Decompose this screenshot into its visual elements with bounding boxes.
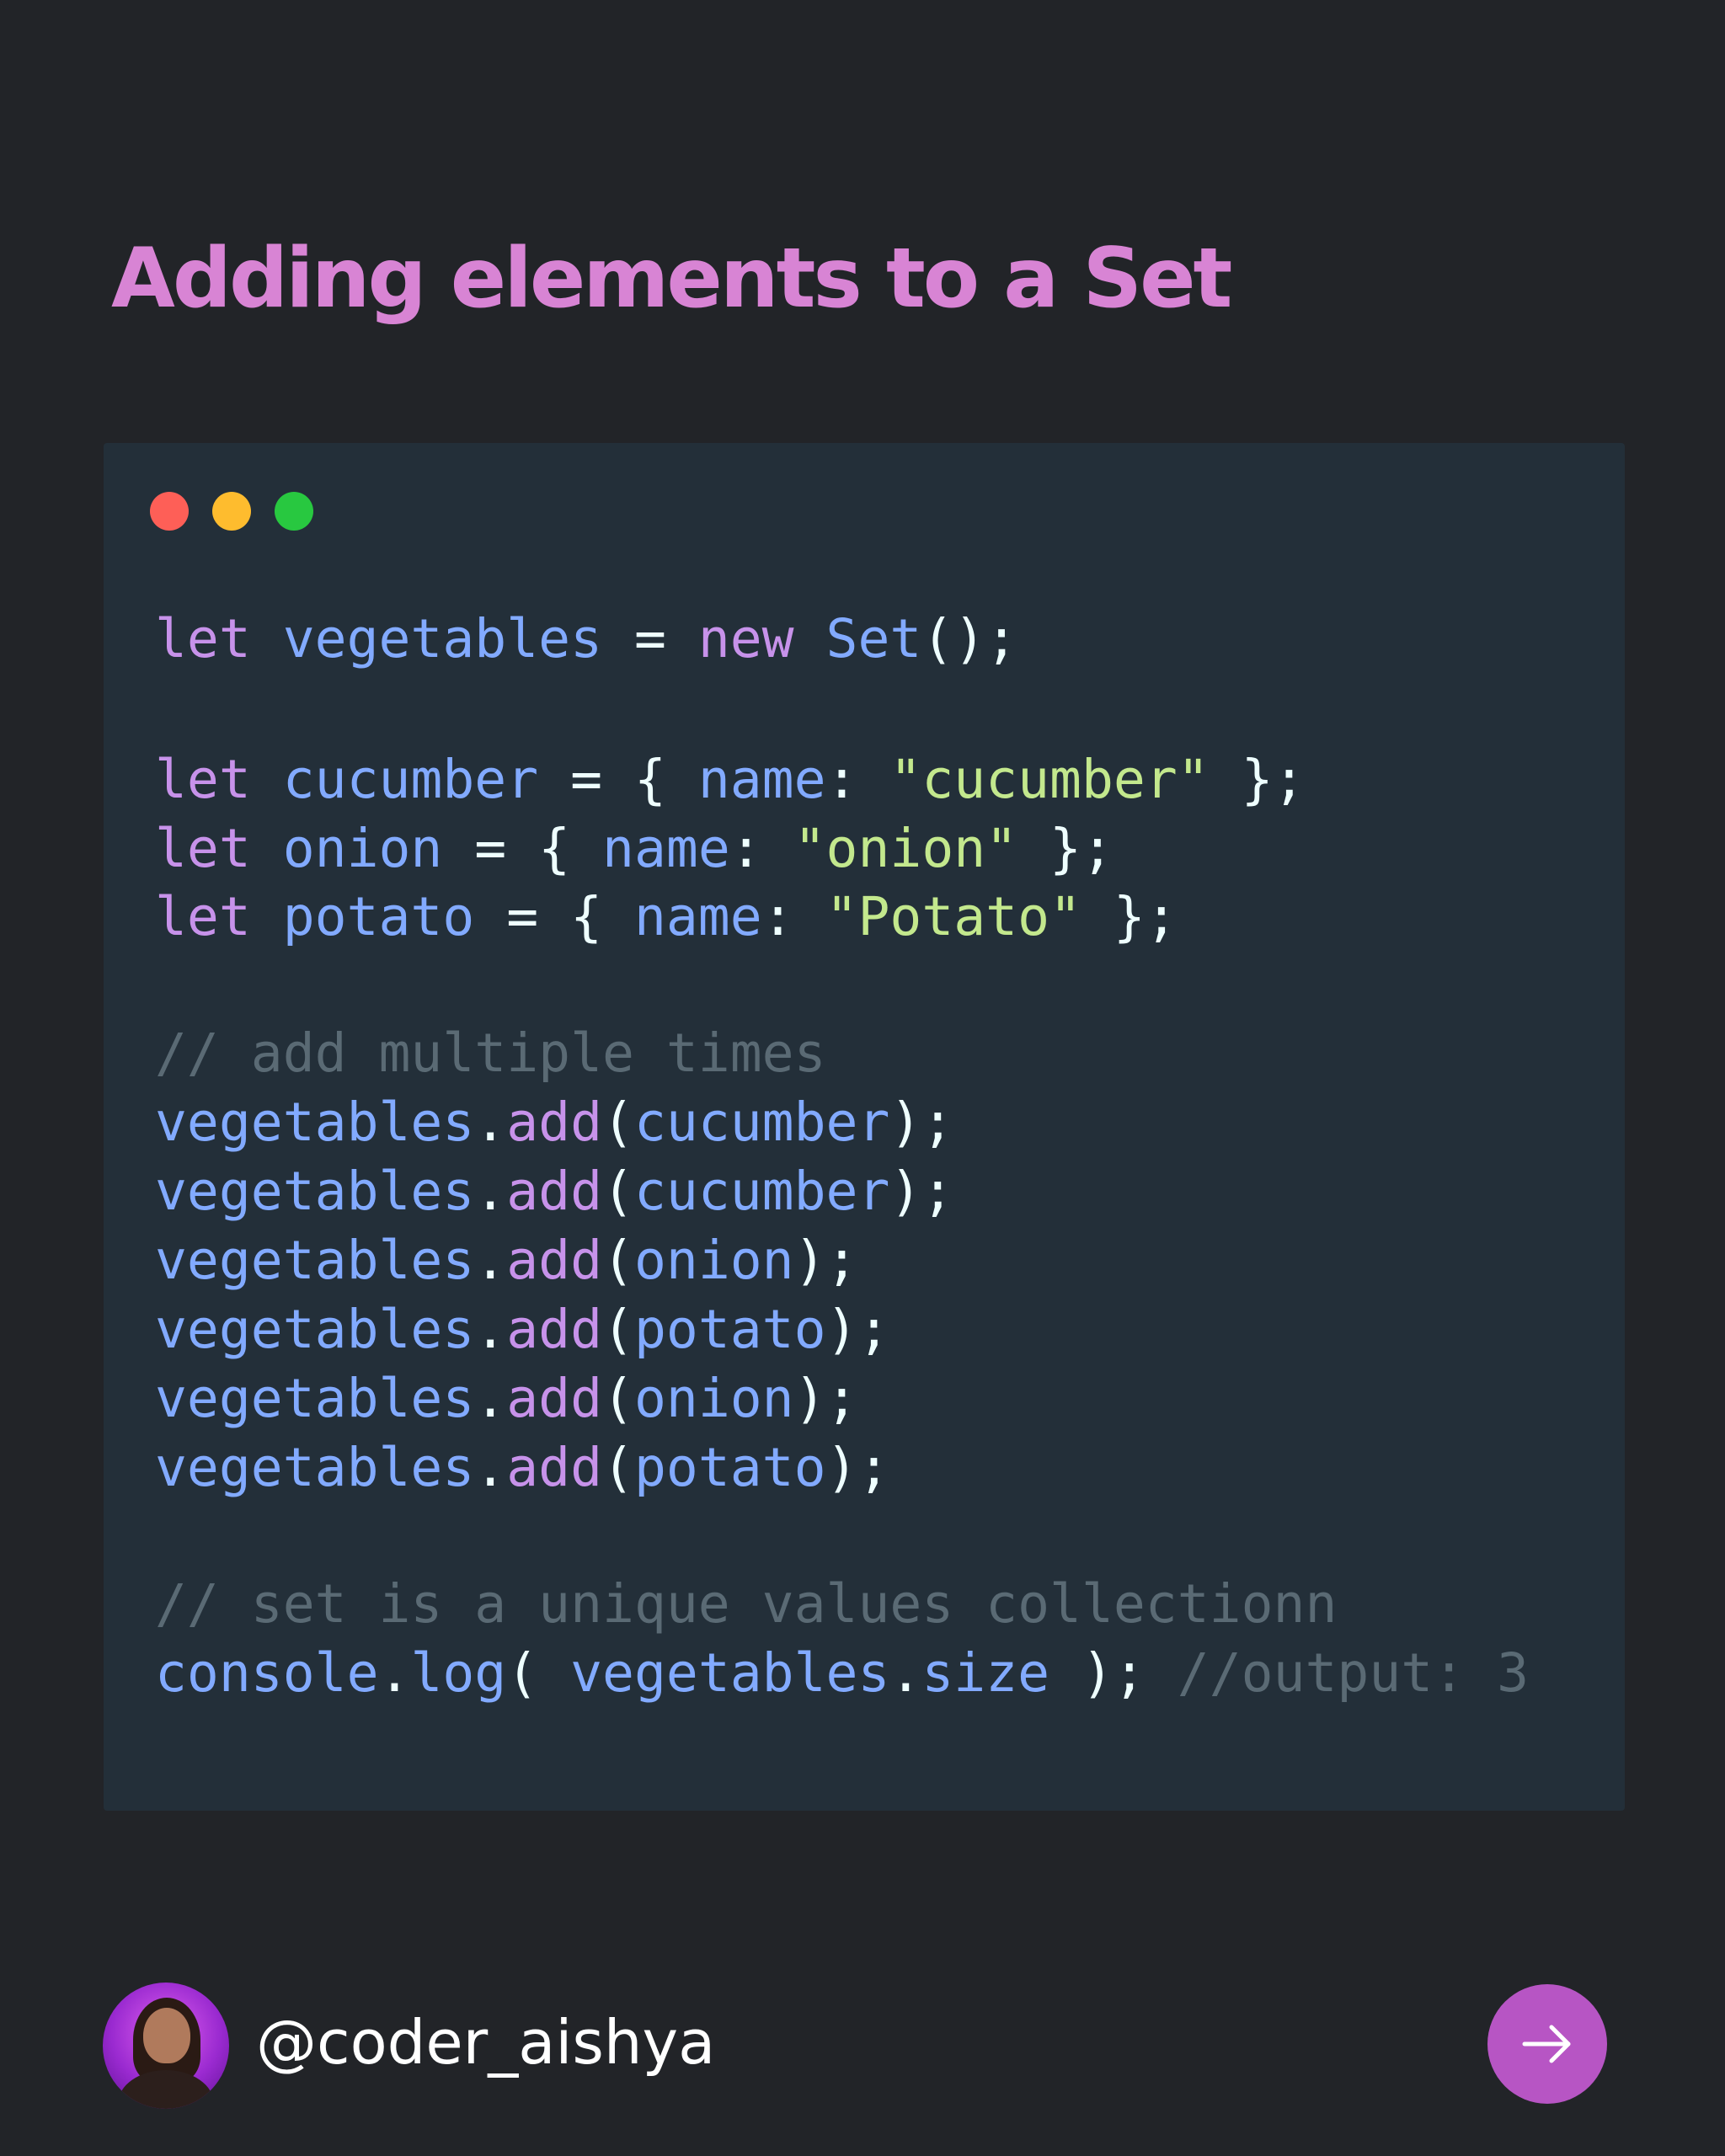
code-token: add (506, 1299, 603, 1360)
code-token: ); (889, 1161, 954, 1222)
code-line: vegetables.add(onion); (155, 1227, 857, 1294)
code-token: ); (825, 1299, 890, 1360)
code-token: vegetables (282, 608, 603, 670)
code-line: let vegetables = new Set(); (155, 606, 1017, 673)
code-token: name (633, 886, 762, 947)
code-token: potato (633, 1437, 826, 1498)
code-token: = { (442, 818, 603, 879)
code-token: "Potato" (825, 886, 1081, 947)
code-token: add (506, 1091, 603, 1153)
code-line: vegetables.add(potato); (155, 1296, 889, 1364)
minimize-dot-icon (212, 492, 251, 531)
code-token: ( (602, 1230, 634, 1291)
code-line: vegetables.add(potato); (155, 1434, 889, 1502)
avatar-body (118, 2070, 214, 2109)
avatar (103, 1983, 229, 2109)
code-line: let onion = { name: "onion" }; (155, 815, 1114, 883)
code-token: onion (633, 1230, 794, 1291)
code-token: vegetables (155, 1091, 475, 1153)
code-token: vegetables (155, 1437, 475, 1498)
code-token: . (474, 1299, 507, 1360)
code-token: ); (793, 1368, 858, 1429)
code-token: new (697, 608, 826, 670)
code-token: : (825, 749, 890, 810)
code-token: ( (602, 1299, 634, 1360)
code-token: // set is a unique values collectionn (155, 1573, 1338, 1635)
code-token: vegetables (155, 1299, 475, 1360)
code-token: add (506, 1437, 603, 1498)
page-title: Adding elements to a Set (111, 231, 1232, 327)
code-token: //output: 3 (1177, 1642, 1530, 1704)
code-token: }; (1081, 886, 1178, 947)
next-button[interactable] (1487, 1984, 1607, 2104)
code-token: "onion" (793, 818, 1018, 879)
code-token: ( (602, 1437, 634, 1498)
code-token: size (921, 1642, 1050, 1704)
code-token: ( (602, 1091, 634, 1153)
code-token: = { (538, 749, 698, 810)
code-line: let potato = { name: "Potato" }; (155, 883, 1178, 951)
code-line: vegetables.add(cucumber); (155, 1089, 953, 1156)
code-token: let (155, 818, 283, 879)
code-token: console (155, 1642, 379, 1704)
code-line: vegetables.add(cucumber); (155, 1158, 953, 1225)
code-token: (); (921, 608, 1018, 670)
code-token: ( (602, 1161, 634, 1222)
code-token: vegetables (155, 1161, 475, 1222)
code-token: cucumber (282, 749, 539, 810)
code-token: vegetables (155, 1230, 475, 1291)
code-token: ); (793, 1230, 858, 1291)
maximize-dot-icon (275, 492, 313, 531)
code-token: ); (889, 1091, 954, 1153)
code-token: . (474, 1091, 507, 1153)
code-token: let (155, 749, 283, 810)
code-token: cucumber (633, 1161, 890, 1222)
code-token: name (697, 749, 826, 810)
code-token: log (410, 1642, 507, 1704)
code-token: let (155, 886, 283, 947)
close-dot-icon (150, 492, 189, 531)
code-token: = (602, 608, 698, 670)
code-token: Set (825, 608, 922, 670)
code-token: "cucumber" (889, 749, 1210, 810)
author-handle: @coder_aishya (256, 2007, 716, 2078)
code-line: vegetables.add(onion); (155, 1365, 857, 1433)
code-token: onion (282, 818, 443, 879)
code-token: ); (1049, 1642, 1178, 1704)
code-token: name (602, 818, 730, 879)
code-token: ( (602, 1368, 634, 1429)
code-line: // set is a unique values collectionn (155, 1571, 1337, 1638)
arrow-right-icon (1522, 2025, 1571, 2063)
code-token: vegetables (570, 1642, 890, 1704)
code-token: potato (633, 1299, 826, 1360)
code-line: console.log( vegetables.size ); //output… (155, 1640, 1529, 1707)
code-token: . (889, 1642, 922, 1704)
code-token: : (729, 818, 794, 879)
code-token: }; (1209, 749, 1306, 810)
code-token: let (155, 608, 283, 670)
code-token: onion (633, 1368, 794, 1429)
code-token: . (474, 1161, 507, 1222)
code-token: add (506, 1161, 603, 1222)
code-token: . (474, 1437, 507, 1498)
code-token: vegetables (155, 1368, 475, 1429)
code-line: let cucumber = { name: "cucumber" }; (155, 746, 1305, 814)
code-token: = { (474, 886, 634, 947)
code-token: add (506, 1230, 603, 1291)
code-token: . (474, 1230, 507, 1291)
avatar-face (143, 2008, 190, 2063)
code-token: . (474, 1368, 507, 1429)
code-token: cucumber (633, 1091, 890, 1153)
code-line: // add multiple times (155, 1020, 826, 1087)
code-token: add (506, 1368, 603, 1429)
code-token: : (761, 886, 826, 947)
code-token: ); (825, 1437, 890, 1498)
code-token: }; (1017, 818, 1114, 879)
code-token: potato (282, 886, 475, 947)
code-token: // add multiple times (155, 1022, 826, 1084)
code-token: ( (506, 1642, 571, 1704)
code-token: . (378, 1642, 411, 1704)
